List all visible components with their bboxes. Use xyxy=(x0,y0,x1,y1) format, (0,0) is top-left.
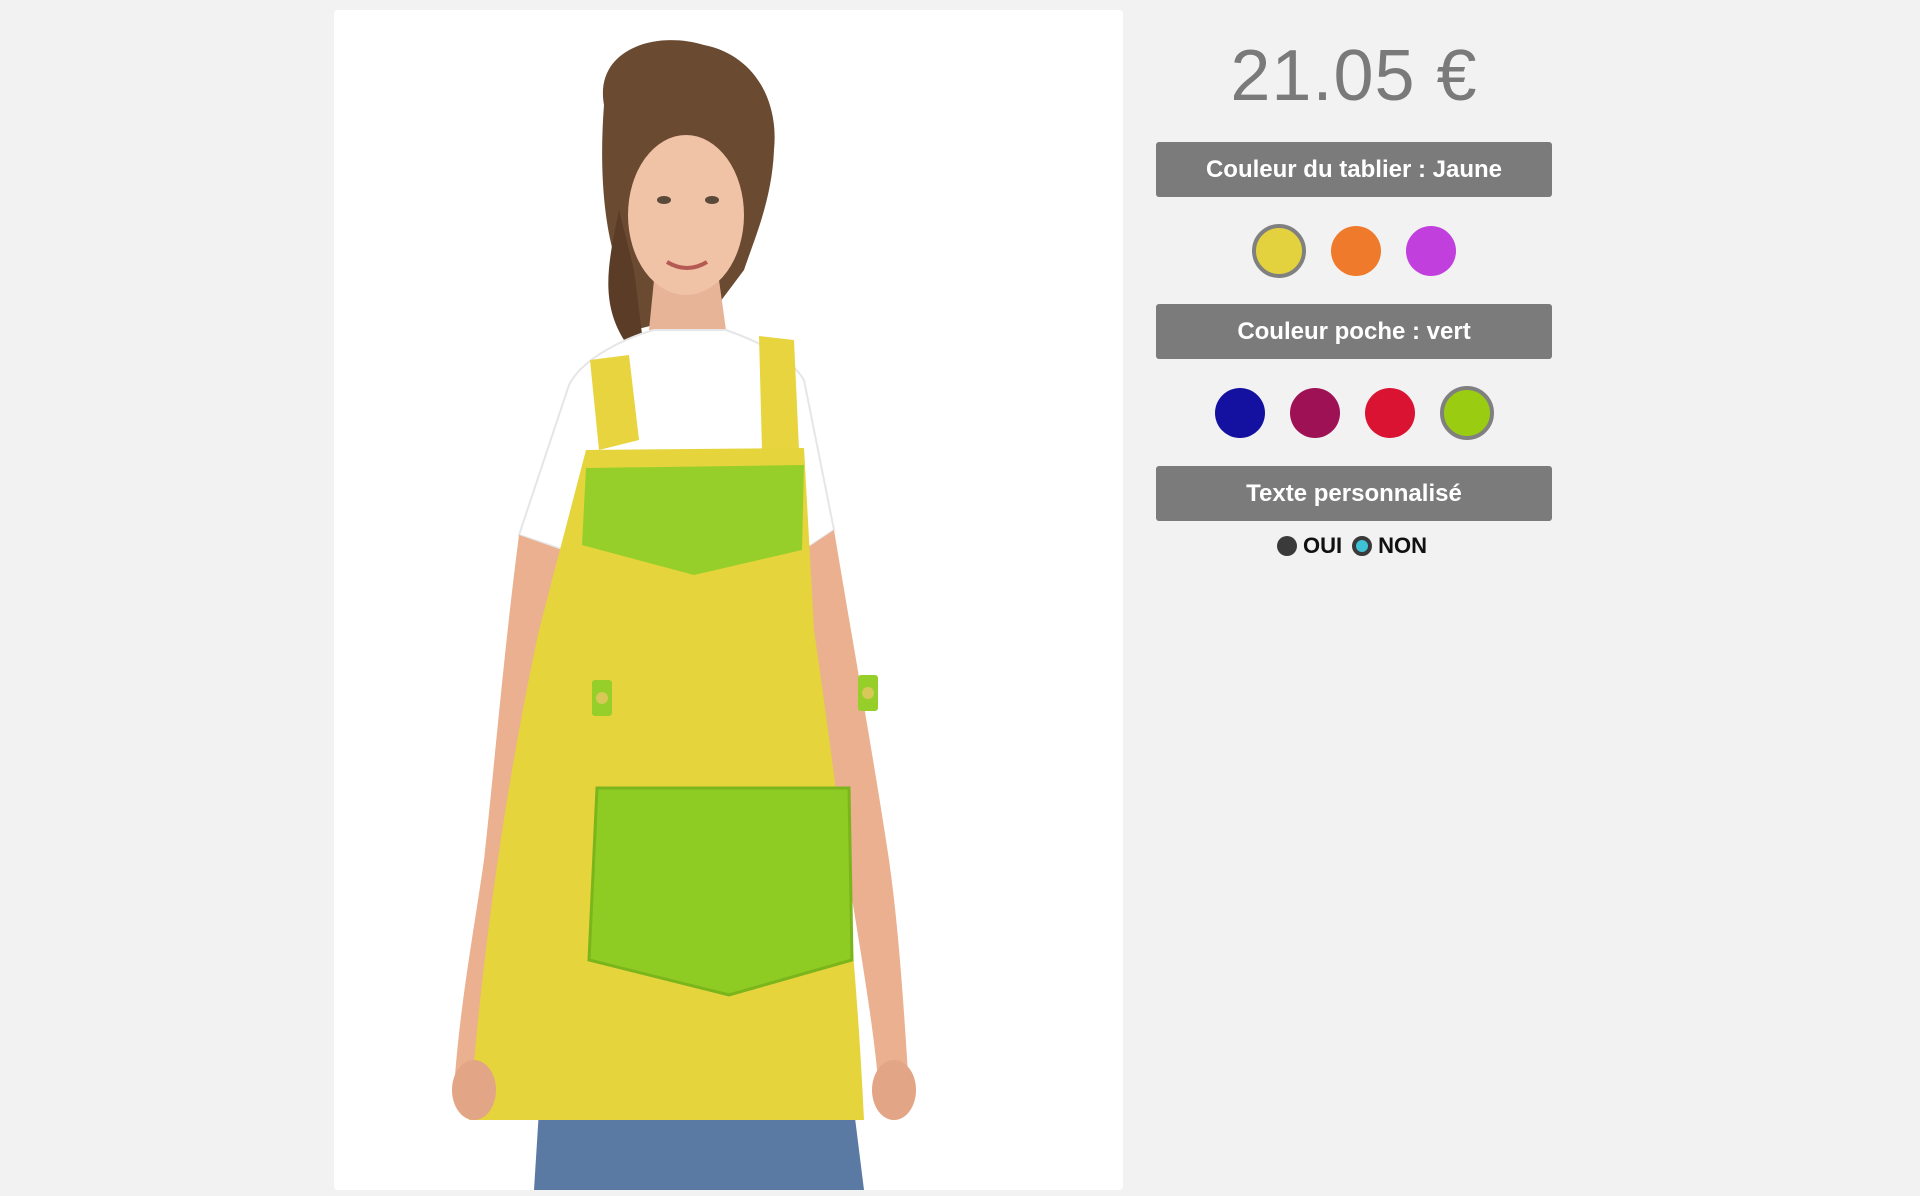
pocket-color-header: Couleur poche : vert xyxy=(1156,304,1552,359)
pocket-color-swatch-bordeaux[interactable] xyxy=(1289,387,1340,438)
pocket-color-swatches xyxy=(1156,359,1552,466)
product-image xyxy=(334,10,1123,1190)
radio-non[interactable] xyxy=(1352,536,1373,556)
custom-text-options: OUI NON xyxy=(1156,533,1552,559)
radio-non-label[interactable]: NON xyxy=(1378,533,1427,559)
pocket-color-swatch-vert[interactable] xyxy=(1439,385,1494,440)
apron-color-swatch-orange[interactable] xyxy=(1331,225,1381,276)
apron-photo xyxy=(452,40,916,1190)
pocket-color-swatch-bleu[interactable] xyxy=(1214,387,1265,438)
apron-color-header: Couleur du tablier : Jaune xyxy=(1156,142,1552,197)
price: 21.05 € xyxy=(1230,36,1478,116)
apron-color-swatch-violet[interactable] xyxy=(1406,225,1456,276)
custom-text-header: Texte personnalisé xyxy=(1156,466,1552,521)
radio-oui-label[interactable]: OUI xyxy=(1303,533,1342,559)
options-panel: 21.05 € Couleur du tablier : Jaune Coule… xyxy=(1156,0,1552,559)
radio-oui[interactable] xyxy=(1276,536,1297,556)
pocket-color-swatch-rouge[interactable] xyxy=(1364,387,1415,438)
apron-color-swatch-jaune[interactable] xyxy=(1252,223,1306,278)
apron-color-swatches xyxy=(1156,197,1552,304)
